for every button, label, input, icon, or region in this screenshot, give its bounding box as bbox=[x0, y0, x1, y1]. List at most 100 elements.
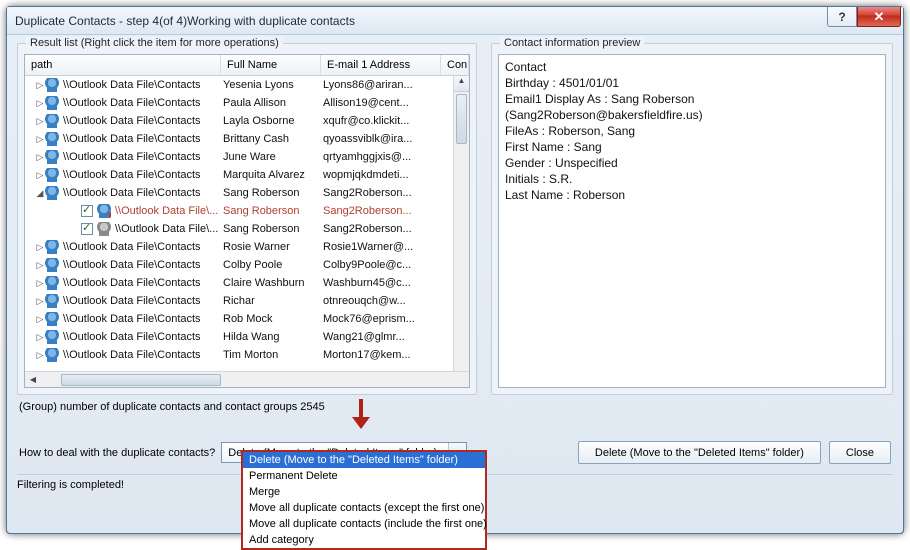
expand-icon[interactable]: ▷ bbox=[35, 296, 45, 307]
table-row[interactable]: ▷ \\Outlook Data File\Contacts Yesenia Lyo… bbox=[25, 76, 453, 94]
col-fullname[interactable]: Full Name bbox=[221, 55, 321, 75]
contact-icon bbox=[45, 114, 59, 128]
preview-pane[interactable]: ContactBirthday : 4501/01/01Email1 Displ… bbox=[498, 54, 886, 388]
scroll-up-icon[interactable]: ▲ bbox=[454, 76, 469, 92]
table-row[interactable]: ▷\\Outlook Data File\ContactsRob MockMoc… bbox=[25, 310, 453, 328]
row-fullname: Brittany Cash bbox=[221, 133, 321, 145]
expand-icon[interactable]: ▷ bbox=[35, 80, 45, 91]
row-checkbox[interactable] bbox=[81, 223, 93, 235]
row-email: Sang2Roberson... bbox=[321, 205, 453, 217]
dropdown-option[interactable]: Add category bbox=[243, 532, 485, 548]
table-row[interactable]: ▷\\Outlook Data File\ContactsColby Poole… bbox=[25, 256, 453, 274]
expand-icon[interactable]: ▷ bbox=[35, 116, 45, 127]
contact-icon bbox=[45, 276, 59, 290]
expand-icon[interactable]: ▷ bbox=[35, 314, 45, 325]
table-row[interactable]: ▷\\Outlook Data File\ContactsHilda WangW… bbox=[25, 328, 453, 346]
row-path: \\Outlook Data File\Contacts bbox=[63, 241, 201, 253]
table-row[interactable]: ▷ \\Outlook Data File\Contacts Brittany Ca… bbox=[25, 130, 453, 148]
table-row[interactable]: ▷\\Outlook Data File\ContactsTim MortonM… bbox=[25, 346, 453, 364]
table-row[interactable]: ▷ \\Outlook Data File\Contacts Rosie Warne… bbox=[25, 238, 453, 256]
expand-icon[interactable]: ▷ bbox=[35, 332, 45, 343]
expand-icon[interactable]: ▷ bbox=[35, 170, 45, 181]
contact-icon bbox=[45, 186, 59, 200]
preview-line: Email1 Display As : Sang Roberson (Sang2… bbox=[505, 91, 879, 123]
dropdown-option[interactable]: Move all duplicate contacts (include the… bbox=[243, 516, 485, 532]
preview-line: FileAs : Roberson, Sang bbox=[505, 123, 879, 139]
apply-action-button[interactable]: Delete (Move to the "Deleted Items" fold… bbox=[578, 441, 821, 464]
expand-icon[interactable]: ▷ bbox=[35, 152, 45, 163]
expand-icon[interactable]: ▷ bbox=[35, 242, 45, 253]
contact-icon bbox=[97, 204, 111, 218]
contact-icon bbox=[45, 150, 59, 164]
row-path: \\Outlook Data File\Contacts bbox=[63, 97, 201, 109]
row-fullname: June Ware bbox=[221, 151, 321, 163]
table-row[interactable]: ▷ \\Outlook Data File\Contacts June Wareqr… bbox=[25, 148, 453, 166]
close-button[interactable]: Close bbox=[829, 441, 891, 464]
result-grid[interactable]: path Full Name E-mail 1 Address Con... ▷… bbox=[24, 54, 470, 388]
row-path: \\Outlook Data File\Contacts bbox=[63, 295, 201, 307]
dropdown-option[interactable]: Move all duplicate contacts (except the … bbox=[243, 500, 485, 516]
dropdown-option[interactable]: Delete (Move to the "Deleted Items" fold… bbox=[243, 452, 485, 468]
row-email: Lyons86@ariran... bbox=[321, 79, 453, 91]
col-path[interactable]: path bbox=[25, 55, 221, 75]
row-fullname: Rob Mock bbox=[221, 313, 321, 325]
preview-line: Last Name : Roberson bbox=[505, 187, 879, 203]
row-path: \\Outlook Data File\Contacts bbox=[63, 79, 201, 91]
expand-icon[interactable]: ▷ bbox=[35, 278, 45, 289]
contact-icon bbox=[45, 168, 59, 182]
scroll-thumb[interactable] bbox=[456, 94, 467, 144]
expand-icon[interactable]: ▷ bbox=[35, 350, 45, 361]
row-email: Wang21@glmr... bbox=[321, 331, 453, 343]
action-dropdown-list[interactable]: Delete (Move to the "Deleted Items" fold… bbox=[241, 450, 487, 550]
table-row[interactable]: ◢\\Outlook Data File\ContactsSang Robers… bbox=[25, 184, 453, 202]
row-path: \\Outlook Data File\Contacts bbox=[63, 151, 201, 163]
table-row[interactable]: \\Outlook Data File\...Sang RobersonSang… bbox=[25, 220, 453, 238]
row-fullname: Marquita Alvarez bbox=[221, 169, 321, 181]
help-button[interactable]: ? bbox=[827, 7, 857, 27]
row-fullname: Layla Osborne bbox=[221, 115, 321, 127]
expand-icon[interactable]: ▷ bbox=[35, 98, 45, 109]
row-path: \\Outlook Data File\... bbox=[115, 205, 218, 217]
title-bar[interactable]: Duplicate Contacts - step 4(of 4)Working… bbox=[7, 7, 903, 35]
table-row[interactable]: ▷\\Outlook Data File\ContactsMarquita Al… bbox=[25, 166, 453, 184]
col-contact[interactable]: Con... bbox=[441, 55, 469, 75]
dropdown-option[interactable]: Merge bbox=[243, 484, 485, 500]
row-email: wopmjqkdmdeti... bbox=[321, 169, 453, 181]
row-email: otnreouqch@w... bbox=[321, 295, 453, 307]
row-email: qrtyamhggjxis@... bbox=[321, 151, 453, 163]
row-email: xqufr@co.klickit... bbox=[321, 115, 453, 127]
row-fullname: Yesenia Lyons bbox=[221, 79, 321, 91]
table-row[interactable]: ▷\\Outlook Data File\ContactsPaula Allis… bbox=[25, 94, 453, 112]
row-path: \\Outlook Data File\Contacts bbox=[63, 133, 201, 145]
hscroll-thumb[interactable] bbox=[61, 374, 221, 386]
row-path: \\Outlook Data File\... bbox=[115, 223, 218, 235]
row-email: Allison19@cent... bbox=[321, 97, 453, 109]
preview-legend: Contact information preview bbox=[500, 37, 644, 49]
row-fullname: Sang Roberson bbox=[221, 223, 321, 235]
table-row[interactable]: \\Outlook Data File\...Sang RobersonSang… bbox=[25, 202, 453, 220]
table-row[interactable]: ▷\\Outlook Data File\ContactsLayla Osbor… bbox=[25, 112, 453, 130]
expand-icon[interactable]: ▷ bbox=[35, 134, 45, 145]
row-fullname: Rosie Warner bbox=[221, 241, 321, 253]
horizontal-scrollbar[interactable]: ◀ bbox=[25, 371, 469, 387]
row-path: \\Outlook Data File\Contacts bbox=[63, 331, 201, 343]
col-email[interactable]: E-mail 1 Address bbox=[321, 55, 441, 75]
row-checkbox[interactable] bbox=[81, 205, 93, 217]
close-window-button[interactable]: ✕ bbox=[857, 7, 901, 27]
action-label: How to deal with the duplicate contacts? bbox=[19, 447, 215, 459]
row-fullname: Colby Poole bbox=[221, 259, 321, 271]
dropdown-option[interactable]: Permanent Delete bbox=[243, 468, 485, 484]
vertical-scrollbar[interactable]: ▲ bbox=[453, 76, 469, 371]
preview-line: Birthday : 4501/01/01 bbox=[505, 75, 879, 91]
preview-group: Contact information preview ContactBirth… bbox=[491, 43, 893, 395]
row-fullname: Richar bbox=[221, 295, 321, 307]
window-title: Duplicate Contacts - step 4(of 4)Working… bbox=[15, 14, 355, 28]
contact-icon bbox=[45, 330, 59, 344]
table-row[interactable]: ▷\\Outlook Data File\ContactsClaire Wash… bbox=[25, 274, 453, 292]
row-email: Sang2Roberson... bbox=[321, 187, 453, 199]
table-row[interactable]: ▷ \\Outlook Data File\Contacts Richarotnre… bbox=[25, 292, 453, 310]
expand-icon[interactable]: ▷ bbox=[35, 260, 45, 271]
row-path: \\Outlook Data File\Contacts bbox=[63, 277, 201, 289]
expand-icon[interactable]: ◢ bbox=[35, 188, 45, 199]
row-fullname: Sang Roberson bbox=[221, 205, 321, 217]
